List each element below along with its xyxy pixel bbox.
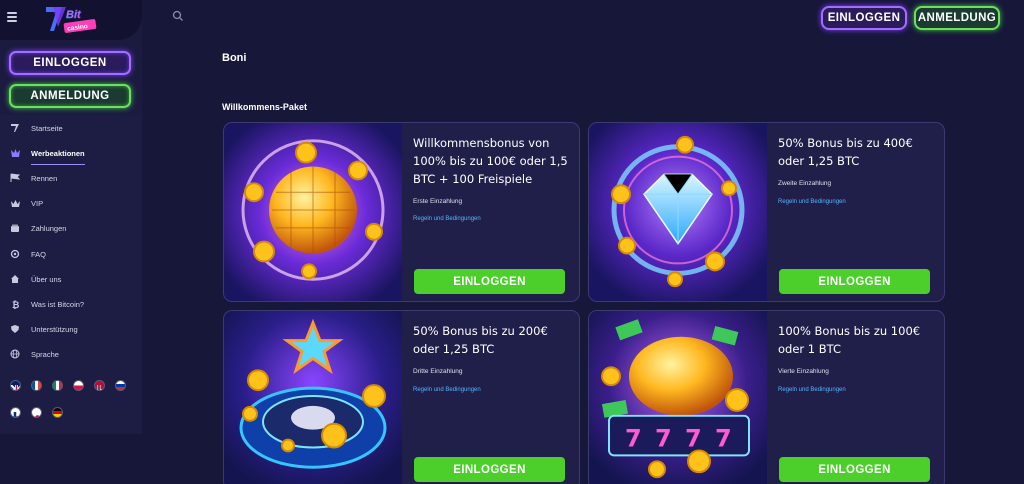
flag-italy-icon[interactable] xyxy=(52,380,63,391)
disco-ball-artwork xyxy=(224,123,402,301)
card-terms-link[interactable]: Regeln und Bedingungen xyxy=(413,387,481,393)
card-terms-link[interactable]: Regeln und Bedingungen xyxy=(778,199,846,205)
card-deposit-label: Erste Einzahlung xyxy=(413,198,463,205)
crown-icon xyxy=(9,197,21,209)
sidebar-item-label: Rennen xyxy=(31,173,58,183)
logo-area: Bit casino xyxy=(0,0,142,40)
sidebar-item-was-ist-bitcoin[interactable]: ₿ Was ist Bitcoin? xyxy=(0,294,142,314)
svg-text:7: 7 xyxy=(715,425,732,453)
race-flag-icon xyxy=(9,172,21,184)
section-title: Willkommens-Paket xyxy=(222,102,307,112)
sidebar-item-label: VIP xyxy=(31,198,44,208)
sidebar-item-label: FAQ xyxy=(31,249,47,259)
bonus-card: 50% Bonus bis zu 200€ oder 1,25 BTC Drit… xyxy=(223,310,580,484)
sidebar-item-faq[interactable]: FAQ xyxy=(0,244,142,264)
sidebar-item-label: Unterstützung xyxy=(31,324,78,334)
globe-icon xyxy=(9,348,21,360)
sidebar-login-button[interactable]: EINLOGGEN xyxy=(9,51,131,75)
active-indicator xyxy=(31,164,85,165)
wallet-icon xyxy=(9,222,21,234)
sidebar-item-label: Über uns xyxy=(31,274,62,284)
card-terms-link[interactable]: Regeln und Bedingungen xyxy=(778,387,846,393)
menu-icon[interactable] xyxy=(7,12,17,22)
sidebar-item-label: Was ist Bitcoin? xyxy=(31,299,85,309)
card-deposit-label: Dritte Einzahlung xyxy=(413,368,463,375)
card-deposit-label: Zweite Einzahlung xyxy=(778,180,832,187)
sidebar-item-label: Startseite xyxy=(31,123,63,133)
flag-poland-icon[interactable] xyxy=(73,380,84,391)
svg-text:7: 7 xyxy=(655,425,672,453)
page-title: Boni xyxy=(222,52,247,64)
sidebar-item-label: Sprache xyxy=(31,349,59,359)
card-title: 100% Bonus bis zu 100€ oder 1 BTC xyxy=(778,324,921,356)
sidebar-item-rennen[interactable]: Rennen xyxy=(0,168,142,188)
house-icon xyxy=(9,273,21,285)
sidebar-item-vip[interactable]: VIP xyxy=(0,193,142,213)
sidebar-register-button[interactable]: ANMELDUNG xyxy=(9,84,131,108)
card-title: 50% Bonus bis zu 200€ oder 1,25 BTC xyxy=(413,324,548,356)
header-login-button[interactable]: EINLOGGEN xyxy=(821,6,907,30)
flag-japan-icon[interactable] xyxy=(31,407,42,418)
sidebar-item-label: Werbeaktionen xyxy=(31,148,85,158)
home-logo-icon xyxy=(9,122,21,134)
sidebar-item-label: Zahlungen xyxy=(31,223,67,233)
sidebar-item-werbeaktionen[interactable]: Werbeaktionen xyxy=(0,143,142,163)
search-icon[interactable] xyxy=(172,10,184,22)
card-title: Willkommensbonus von 100% bis zu 100€ od… xyxy=(413,136,568,186)
header-register-button[interactable]: ANMELDUNG xyxy=(914,6,1000,30)
card-login-button[interactable]: EINLOGGEN xyxy=(779,269,930,294)
bitcasino-logo[interactable]: Bit casino xyxy=(44,3,100,35)
flag-russia-icon[interactable] xyxy=(115,380,126,391)
card-title: 50% Bonus bis zu 400€ oder 1,25 BTC xyxy=(778,136,913,168)
sidebar-item-zahlungen[interactable]: Zahlungen xyxy=(0,218,142,238)
svg-text:7: 7 xyxy=(685,425,702,453)
bitcoin-icon: ₿ xyxy=(9,298,21,310)
promotions-icon xyxy=(9,147,21,159)
bonus-card: Willkommensbonus von 100% bis zu 100€ od… xyxy=(223,122,580,302)
flag-norway-icon[interactable] xyxy=(94,380,105,391)
diamond-artwork xyxy=(589,123,767,301)
flag-finland-icon[interactable] xyxy=(10,407,21,418)
card-login-button[interactable]: EINLOGGEN xyxy=(414,269,565,294)
svg-text:Bit: Bit xyxy=(66,9,82,21)
sidebar-item-sprache[interactable]: Sprache xyxy=(0,344,142,364)
sidebar-item-startseite[interactable]: Startseite xyxy=(0,118,142,138)
card-login-button[interactable]: EINLOGGEN xyxy=(779,457,930,482)
slot-777-artwork: 7 7 7 7 xyxy=(589,311,767,484)
roulette-artwork xyxy=(224,311,402,484)
faq-icon xyxy=(9,248,21,260)
card-deposit-label: Vierte Einzahlung xyxy=(778,368,829,375)
shield-icon xyxy=(9,323,21,335)
svg-text:casino: casino xyxy=(67,23,88,33)
sidebar-item-ueber-uns[interactable]: Über uns xyxy=(0,269,142,289)
bonus-card: 7 7 7 7 100% Bonus bis zu 100€ oder 1 BT… xyxy=(588,310,945,484)
svg-text:₿: ₿ xyxy=(12,300,19,309)
bonus-card: 50% Bonus bis zu 400€ oder 1,25 BTC Zwei… xyxy=(588,122,945,302)
flag-germany-icon[interactable] xyxy=(52,407,63,418)
card-login-button[interactable]: EINLOGGEN xyxy=(414,457,565,482)
svg-text:7: 7 xyxy=(625,425,642,453)
card-terms-link[interactable]: Regeln und Bedingungen xyxy=(413,216,481,222)
flag-uk-icon[interactable] xyxy=(10,380,21,391)
flag-france-icon[interactable] xyxy=(31,380,42,391)
sidebar-item-unterstuetzung[interactable]: Unterstützung xyxy=(0,319,142,339)
